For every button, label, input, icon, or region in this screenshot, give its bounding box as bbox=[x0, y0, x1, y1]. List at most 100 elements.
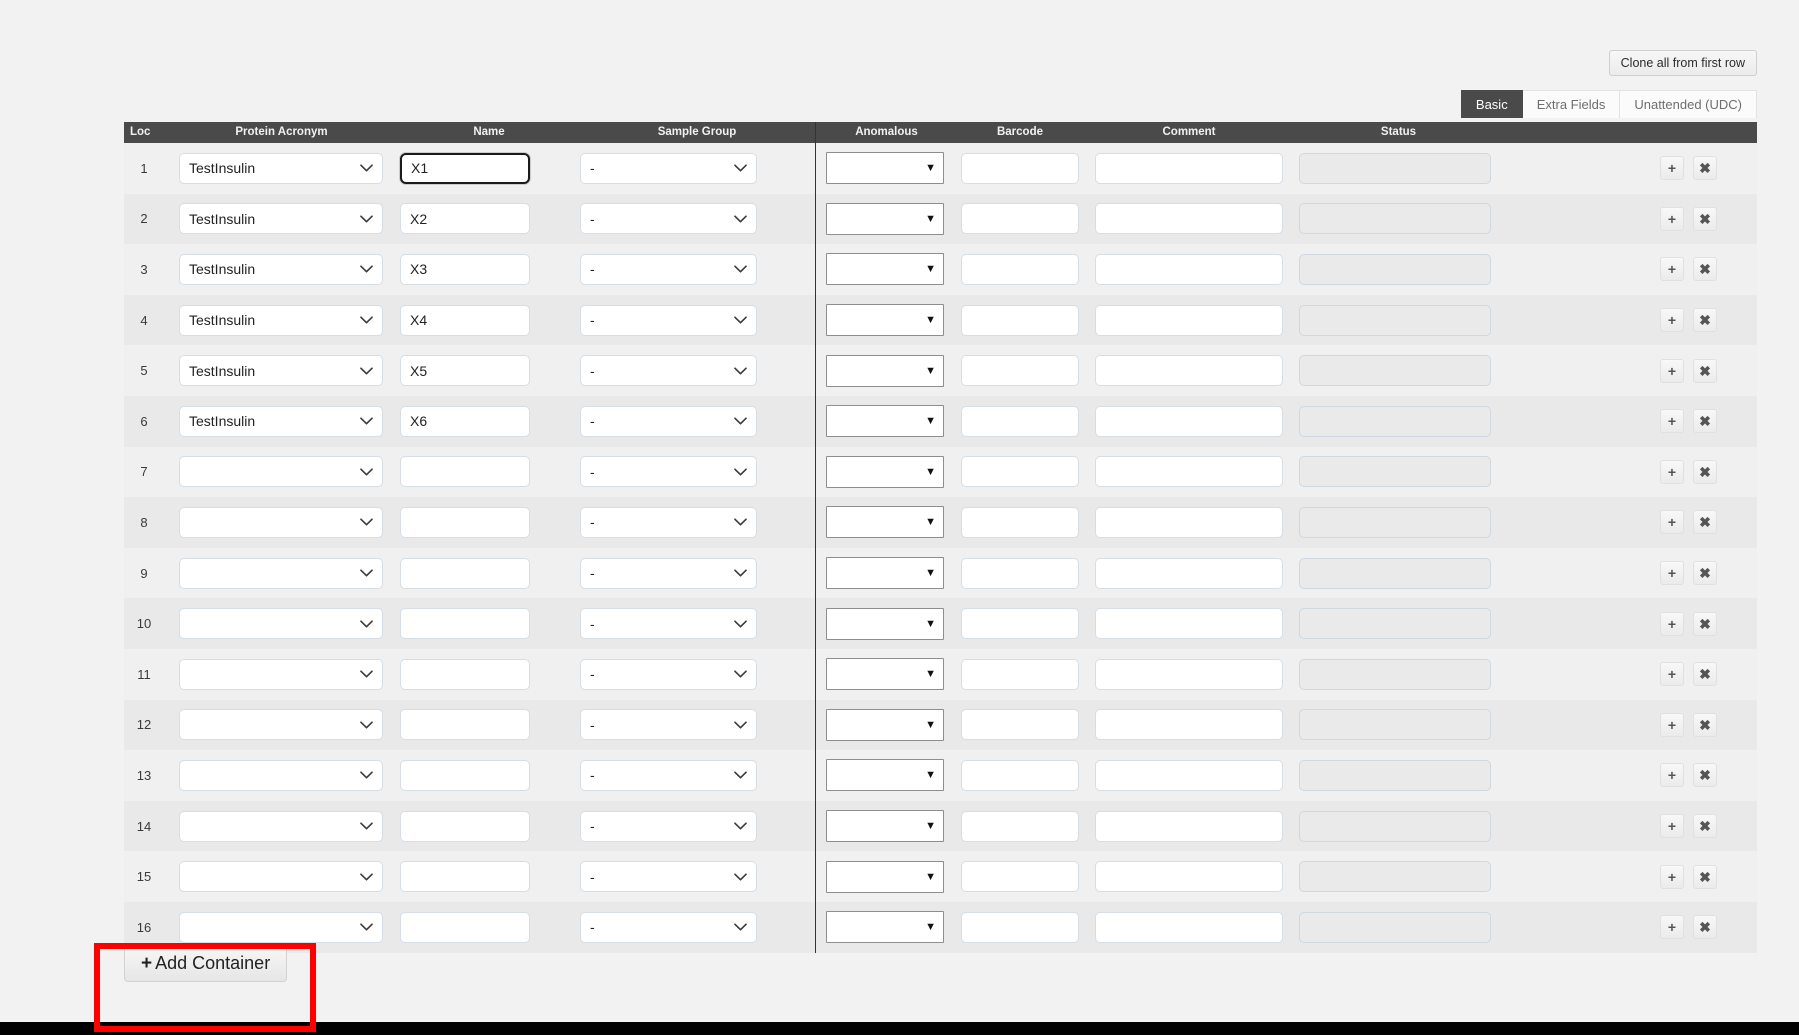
name-input[interactable] bbox=[400, 405, 530, 437]
comment-input[interactable] bbox=[1095, 355, 1283, 387]
anomalous-select[interactable] bbox=[826, 506, 944, 539]
name-input[interactable] bbox=[400, 253, 530, 285]
sample-group-select[interactable] bbox=[580, 608, 757, 640]
tab-basic[interactable]: Basic bbox=[1460, 90, 1523, 118]
anomalous-select[interactable] bbox=[826, 354, 944, 387]
add-row-button[interactable]: + bbox=[1660, 915, 1684, 940]
barcode-input[interactable] bbox=[961, 911, 1079, 943]
barcode-input[interactable] bbox=[961, 658, 1079, 690]
add-row-button[interactable]: + bbox=[1660, 308, 1684, 333]
name-input[interactable] bbox=[400, 911, 530, 943]
barcode-input[interactable] bbox=[961, 810, 1079, 842]
anomalous-select[interactable] bbox=[826, 455, 944, 488]
sample-group-select[interactable] bbox=[580, 355, 757, 387]
protein-acronym-select[interactable] bbox=[179, 861, 383, 893]
remove-row-button[interactable]: ✖ bbox=[1693, 611, 1717, 636]
protein-acronym-select[interactable] bbox=[179, 506, 383, 538]
name-input[interactable] bbox=[400, 152, 530, 184]
anomalous-select[interactable] bbox=[826, 557, 944, 590]
comment-input[interactable] bbox=[1095, 861, 1283, 893]
anomalous-select[interactable] bbox=[826, 253, 944, 286]
protein-acronym-select[interactable] bbox=[179, 405, 383, 437]
name-input[interactable] bbox=[400, 557, 530, 589]
sample-group-select[interactable] bbox=[580, 658, 757, 690]
protein-acronym-select[interactable] bbox=[179, 658, 383, 690]
protein-acronym-select[interactable] bbox=[179, 304, 383, 336]
comment-input[interactable] bbox=[1095, 304, 1283, 336]
sample-group-select[interactable] bbox=[580, 304, 757, 336]
comment-input[interactable] bbox=[1095, 557, 1283, 589]
add-row-button[interactable]: + bbox=[1660, 409, 1684, 434]
comment-input[interactable] bbox=[1095, 506, 1283, 538]
add-row-button[interactable]: + bbox=[1660, 459, 1684, 484]
add-row-button[interactable]: + bbox=[1660, 358, 1684, 383]
sample-group-select[interactable] bbox=[580, 861, 757, 893]
comment-input[interactable] bbox=[1095, 911, 1283, 943]
barcode-input[interactable] bbox=[961, 355, 1079, 387]
clone-all-from-first-row-button[interactable]: Clone all from first row bbox=[1608, 50, 1757, 76]
sample-group-select[interactable] bbox=[580, 203, 757, 235]
barcode-input[interactable] bbox=[961, 253, 1079, 285]
barcode-input[interactable] bbox=[961, 861, 1079, 893]
barcode-input[interactable] bbox=[961, 506, 1079, 538]
name-input[interactable] bbox=[400, 709, 530, 741]
protein-acronym-select[interactable] bbox=[179, 709, 383, 741]
remove-row-button[interactable]: ✖ bbox=[1693, 864, 1717, 889]
remove-row-button[interactable]: ✖ bbox=[1693, 409, 1717, 434]
comment-input[interactable] bbox=[1095, 709, 1283, 741]
remove-row-button[interactable]: ✖ bbox=[1693, 156, 1717, 181]
anomalous-select[interactable] bbox=[826, 405, 944, 438]
comment-input[interactable] bbox=[1095, 810, 1283, 842]
protein-acronym-select[interactable] bbox=[179, 759, 383, 791]
barcode-input[interactable] bbox=[961, 152, 1079, 184]
sample-group-select[interactable] bbox=[580, 911, 757, 943]
tab-extra-fields[interactable]: Extra Fields bbox=[1522, 90, 1621, 118]
anomalous-select[interactable] bbox=[826, 759, 944, 792]
anomalous-select[interactable] bbox=[826, 810, 944, 843]
sample-group-select[interactable] bbox=[580, 557, 757, 589]
comment-input[interactable] bbox=[1095, 608, 1283, 640]
anomalous-select[interactable] bbox=[826, 708, 944, 741]
remove-row-button[interactable]: ✖ bbox=[1693, 712, 1717, 737]
remove-row-button[interactable]: ✖ bbox=[1693, 662, 1717, 687]
comment-input[interactable] bbox=[1095, 203, 1283, 235]
add-row-button[interactable]: + bbox=[1660, 763, 1684, 788]
name-input[interactable] bbox=[400, 759, 530, 791]
remove-row-button[interactable]: ✖ bbox=[1693, 814, 1717, 839]
protein-acronym-select[interactable] bbox=[179, 810, 383, 842]
add-row-button[interactable]: + bbox=[1660, 561, 1684, 586]
barcode-input[interactable] bbox=[961, 203, 1079, 235]
name-input[interactable] bbox=[400, 203, 530, 235]
comment-input[interactable] bbox=[1095, 759, 1283, 791]
sample-group-select[interactable] bbox=[580, 810, 757, 842]
protein-acronym-select[interactable] bbox=[179, 355, 383, 387]
anomalous-select[interactable] bbox=[826, 911, 944, 944]
protein-acronym-select[interactable] bbox=[179, 203, 383, 235]
add-row-button[interactable]: + bbox=[1660, 206, 1684, 231]
name-input[interactable] bbox=[400, 658, 530, 690]
sample-group-select[interactable] bbox=[580, 405, 757, 437]
name-input[interactable] bbox=[400, 506, 530, 538]
anomalous-select[interactable] bbox=[826, 860, 944, 893]
barcode-input[interactable] bbox=[961, 557, 1079, 589]
comment-input[interactable] bbox=[1095, 456, 1283, 488]
add-row-button[interactable]: + bbox=[1660, 611, 1684, 636]
add-container-button[interactable]: + Add Container bbox=[124, 945, 288, 982]
remove-row-button[interactable]: ✖ bbox=[1693, 561, 1717, 586]
comment-input[interactable] bbox=[1095, 405, 1283, 437]
barcode-input[interactable] bbox=[961, 709, 1079, 741]
remove-row-button[interactable]: ✖ bbox=[1693, 510, 1717, 535]
remove-row-button[interactable]: ✖ bbox=[1693, 308, 1717, 333]
name-input[interactable] bbox=[400, 861, 530, 893]
add-row-button[interactable]: + bbox=[1660, 712, 1684, 737]
protein-acronym-select[interactable] bbox=[179, 557, 383, 589]
tab-unattended-udc[interactable]: Unattended (UDC) bbox=[1620, 90, 1757, 118]
add-row-button[interactable]: + bbox=[1660, 257, 1684, 282]
sample-group-select[interactable] bbox=[580, 152, 757, 184]
protein-acronym-select[interactable] bbox=[179, 608, 383, 640]
anomalous-select[interactable] bbox=[826, 304, 944, 337]
sample-group-select[interactable] bbox=[580, 759, 757, 791]
sample-group-select[interactable] bbox=[580, 709, 757, 741]
add-row-button[interactable]: + bbox=[1660, 814, 1684, 839]
barcode-input[interactable] bbox=[961, 608, 1079, 640]
